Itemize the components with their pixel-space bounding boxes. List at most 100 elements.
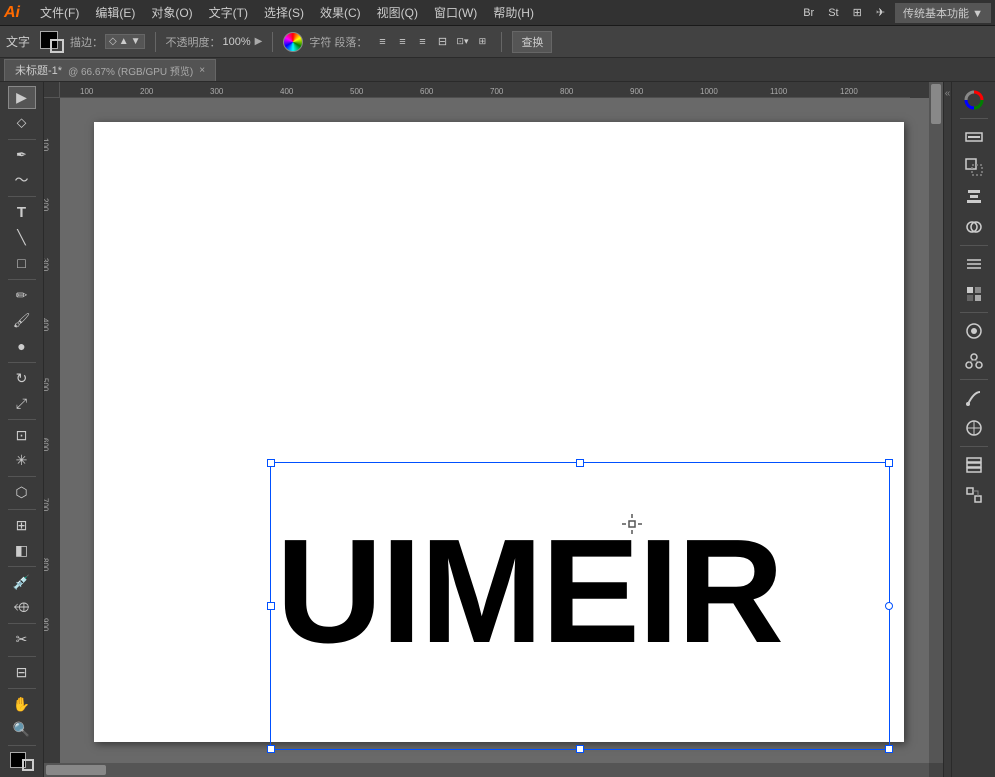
align-right-btn[interactable]: ≡ (413, 33, 431, 51)
handle-top-center[interactable] (576, 459, 584, 467)
align-left-btn[interactable]: ≡ (373, 33, 391, 51)
menu-file[interactable]: 文件(F) (32, 2, 87, 23)
handle-top-right[interactable] (885, 459, 893, 467)
stroke-arrow-btn[interactable]: ◇ ▲ ▼ (105, 34, 145, 49)
svg-text:100: 100 (44, 138, 50, 152)
svg-text:900: 900 (630, 87, 644, 96)
opacity-value: 100% (223, 36, 251, 48)
pathfinder-panel-btn[interactable] (960, 213, 988, 241)
svg-text:200: 200 (44, 198, 50, 212)
symbols-btn[interactable] (960, 347, 988, 375)
color-wheel-button[interactable] (283, 32, 303, 52)
selection-tool-btn[interactable]: ▶ (8, 86, 36, 109)
bridge-icon[interactable]: Br (799, 5, 818, 21)
opacity-arrow[interactable]: ▶ (255, 36, 263, 47)
scale-tool-btn[interactable]: ⤢ (8, 392, 36, 415)
align-center-btn[interactable]: ≡ (393, 33, 411, 51)
scissors-btn[interactable]: ✂ (8, 628, 36, 651)
lt-sep-12 (8, 745, 36, 746)
menu-help[interactable]: 帮助(H) (485, 2, 542, 23)
blend-tool-btn[interactable]: ⬲ (8, 596, 36, 619)
line-tool-btn[interactable]: ╲ (8, 226, 36, 249)
handle-bot-center[interactable] (576, 745, 584, 753)
scroll-corner (929, 763, 943, 777)
stroke-arrow-dn: ▼ (131, 36, 141, 47)
canvas-text[interactable]: UIMEIR (276, 518, 782, 666)
ruler-v-svg: 100 200 300 400 500 600 700 800 900 (44, 98, 60, 777)
menu-edit[interactable]: 编辑(E) (87, 2, 143, 23)
handle-bot-right[interactable] (885, 745, 893, 753)
tab-bar: 未标题-1* @ 66.67% (RGB/GPU 预览) × (0, 58, 995, 82)
type-tool-btn[interactable]: T (8, 201, 36, 224)
handle-mid-right[interactable] (885, 602, 893, 610)
menu-window[interactable]: 窗口(W) (426, 2, 485, 23)
shape-tool-btn[interactable]: □ (8, 252, 36, 275)
pencil-tool-btn[interactable]: ✏ (8, 284, 36, 307)
paintbrush-tool-btn[interactable]: 🖌 (8, 309, 36, 332)
align-panel-btn[interactable] (960, 183, 988, 211)
curvature-tool-btn[interactable]: 〜 (8, 169, 36, 192)
lt-sep-7 (8, 509, 36, 510)
artboard-btn[interactable]: ⊟ (8, 660, 36, 683)
puppet-warp-btn[interactable]: ✳ (8, 449, 36, 472)
grid-align-btn[interactable]: ⊞ (473, 33, 491, 51)
menu-select[interactable]: 选择(S) (256, 2, 312, 23)
svg-text:300: 300 (210, 87, 224, 96)
stock-icon[interactable]: St (824, 5, 842, 21)
hand-tool-btn[interactable]: ✋ (8, 693, 36, 716)
appearance-panel-btn[interactable] (960, 250, 988, 278)
color-guide-btn[interactable] (960, 317, 988, 345)
align-justify-btn[interactable]: ⊟ (433, 33, 451, 51)
align-extra-btn[interactable]: ⊡▾ (453, 33, 471, 51)
color-panel-btn[interactable] (960, 86, 988, 114)
menu-view[interactable]: 视图(Q) (369, 2, 426, 23)
svg-text:200: 200 (140, 87, 154, 96)
workspace-button[interactable]: 传统基本功能 ▼ (895, 3, 991, 23)
scrollbar-vertical[interactable] (929, 82, 943, 763)
rp-sep-1 (960, 118, 988, 119)
stroke-panel-btn[interactable] (960, 123, 988, 151)
svg-text:400: 400 (280, 87, 294, 96)
transform-icon (965, 158, 983, 176)
layers-btn[interactable] (960, 451, 988, 479)
svg-text:500: 500 (44, 378, 50, 392)
grid-icon[interactable]: ⊞ (849, 4, 866, 21)
free-transform-btn[interactable]: ⊡ (8, 424, 36, 447)
eyedropper-btn[interactable]: 💉 (8, 571, 36, 594)
stroke-indicator[interactable] (22, 759, 34, 771)
tab-info: @ 66.67% (RGB/GPU 预览) (68, 63, 193, 78)
rp-sep-3 (960, 312, 988, 313)
blob-tool-btn[interactable]: ● (8, 334, 36, 357)
rotate-tool-btn[interactable]: ↻ (8, 366, 36, 389)
menu-effect[interactable]: 效果(C) (312, 2, 369, 23)
mesh-tool-btn[interactable]: ⊞ (8, 513, 36, 536)
share-icon[interactable]: ✈ (872, 4, 889, 21)
menu-text[interactable]: 文字(T) (201, 2, 256, 23)
right-expand-panel[interactable]: « (943, 82, 951, 777)
scroll-thumb-v[interactable] (931, 84, 941, 124)
handle-top-left[interactable] (267, 459, 275, 467)
tab-close-button[interactable]: × (199, 65, 205, 76)
perspective-btn[interactable]: ⬡ (8, 481, 36, 504)
stroke-color[interactable] (50, 39, 64, 53)
ruler-h-svg: 100200 300400 500600 700800 9001000 1100… (60, 82, 929, 98)
stroke-label: 描边： (70, 34, 103, 50)
artboards-btn[interactable] (960, 481, 988, 509)
graphic-styles-btn[interactable] (960, 280, 988, 308)
swatches-btn[interactable] (960, 414, 988, 442)
pen-tool-btn[interactable]: ✒ (8, 143, 36, 166)
replace-button[interactable]: 查换 (512, 31, 552, 53)
gradient-tool-btn[interactable]: ◧ (8, 539, 36, 562)
direct-selection-btn[interactable]: ⬦ (8, 111, 36, 134)
swatches-icon (965, 419, 983, 437)
scrollbar-horizontal[interactable] (44, 763, 929, 777)
brushes-btn[interactable] (960, 384, 988, 412)
handle-bot-left[interactable] (267, 745, 275, 753)
zoom-tool-btn[interactable]: 🔍 (8, 718, 36, 741)
scroll-thumb-h[interactable] (46, 765, 106, 775)
handle-mid-left[interactable] (267, 602, 275, 610)
document-tab[interactable]: 未标题-1* @ 66.67% (RGB/GPU 预览) × (4, 59, 216, 81)
menu-object[interactable]: 对象(O) (143, 2, 200, 23)
svg-text:400: 400 (44, 318, 50, 332)
transform-panel-btn[interactable] (960, 153, 988, 181)
